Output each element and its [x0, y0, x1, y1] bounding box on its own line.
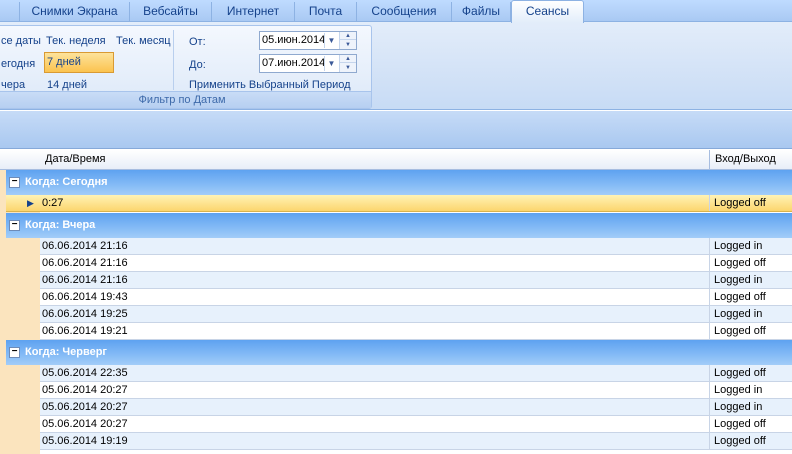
spin-up-icon[interactable]: ▲ — [340, 55, 356, 63]
cell-datetime: 05.06.2014 20:27 — [42, 384, 128, 396]
group-row-yesterday[interactable]: − Когда: Вчера — [6, 213, 792, 238]
tab-internet[interactable]: Интернет — [212, 2, 295, 22]
chevron-down-icon[interactable]: ▼ — [324, 33, 338, 48]
table-row[interactable]: 06.06.2014 21:16 Logged in — [40, 272, 792, 289]
date-spinner[interactable]: ▲ ▼ — [339, 32, 356, 49]
tab-mail[interactable]: Почта — [295, 2, 357, 22]
table-row[interactable]: 06.06.2014 19:25 Logged in — [40, 306, 792, 323]
table-row[interactable]: 06.06.2014 19:43 Logged off — [40, 289, 792, 306]
tab-partial[interactable] — [0, 2, 20, 22]
chevron-down-icon[interactable]: ▼ — [324, 56, 338, 71]
table-row[interactable]: 05.06.2014 19:19 Logged off — [40, 433, 792, 450]
tab-messages[interactable]: Сообщения — [357, 2, 452, 22]
column-header-datetime[interactable]: Дата/Время — [45, 153, 106, 165]
row-pointer-icon: ▶ — [27, 198, 34, 208]
group-caption: Фильтр по Датам — [0, 91, 371, 108]
cell-status: Logged in — [714, 274, 763, 286]
cell-status: Logged in — [714, 308, 763, 320]
table-row[interactable]: 05.06.2014 20:27 Logged in — [40, 399, 792, 416]
group-separator — [173, 30, 174, 90]
ribbon-bottom-strip — [0, 111, 792, 149]
cell-status: Logged off — [714, 257, 766, 269]
collapse-icon[interactable]: − — [9, 220, 20, 231]
seven-days-button[interactable]: 7 дней — [44, 52, 114, 73]
from-label: От: — [189, 36, 206, 48]
ribbon-tab-bar: Снимки Экрана Вебсайты Интернет Почта Со… — [0, 0, 792, 23]
cell-datetime: 05.06.2014 20:27 — [42, 418, 128, 430]
table-row[interactable]: 05.06.2014 20:27 Logged off — [40, 416, 792, 433]
table-row[interactable]: ▶ 0:27 Logged off — [6, 195, 792, 212]
group-row-today[interactable]: − Когда: Сегодня — [6, 170, 792, 195]
cell-status: Logged off — [714, 291, 766, 303]
to-label: До: — [189, 59, 206, 71]
table-row[interactable]: 06.06.2014 21:16 Logged off — [40, 255, 792, 272]
cell-datetime: 06.06.2014 21:16 — [42, 274, 128, 286]
cell-datetime: 06.06.2014 19:43 — [42, 291, 128, 303]
sessions-grid: Дата/Время Вход/Выход − Когда: Сегодня ▶… — [0, 150, 792, 454]
cell-datetime: 06.06.2014 21:16 — [42, 257, 128, 269]
from-date-picker[interactable]: 05.июн.2014 ▼ ▲ ▼ — [259, 31, 357, 50]
cell-status: Logged off — [714, 325, 766, 337]
tab-screenshots[interactable]: Снимки Экрана — [20, 2, 130, 22]
to-date-value: 07.июн.2014 — [262, 57, 326, 69]
cell-status: Logged off — [714, 367, 766, 379]
today-button[interactable]: егодня — [1, 54, 35, 74]
cell-datetime: 06.06.2014 19:25 — [42, 308, 128, 320]
date-spinner[interactable]: ▲ ▼ — [339, 55, 356, 72]
grid-header: Дата/Время Вход/Выход — [0, 150, 792, 170]
column-divider[interactable] — [709, 150, 710, 170]
table-row[interactable]: 06.06.2014 21:16 Logged in — [40, 238, 792, 255]
group-row-thursday[interactable]: − Когда: Черверг — [6, 340, 792, 365]
cell-datetime: 05.06.2014 19:19 — [42, 435, 128, 447]
cell-status: Logged off — [714, 435, 766, 447]
cell-status: Logged in — [714, 401, 763, 413]
tab-sessions[interactable]: Сеансы — [511, 0, 584, 23]
current-month-button[interactable]: Тек. месяц — [116, 31, 171, 51]
group-title: Когда: Черверг — [25, 346, 108, 358]
cell-status: Logged off — [714, 418, 766, 430]
to-date-picker[interactable]: 07.июн.2014 ▼ ▲ ▼ — [259, 54, 357, 73]
ribbon-panel: се даты Тек. неделя Тек. месяц егодня 7 … — [0, 22, 792, 110]
cell-datetime: 06.06.2014 21:16 — [42, 240, 128, 252]
cell-datetime: 05.06.2014 20:27 — [42, 401, 128, 413]
tab-websites[interactable]: Вебсайты — [130, 2, 212, 22]
group-title: Когда: Вчера — [25, 219, 96, 231]
spin-down-icon[interactable]: ▼ — [340, 41, 356, 49]
column-header-status[interactable]: Вход/Выход — [715, 153, 776, 165]
current-week-button[interactable]: Тек. неделя — [46, 31, 106, 51]
collapse-icon[interactable]: − — [9, 347, 20, 358]
all-dates-button[interactable]: се даты — [1, 31, 41, 51]
spin-up-icon[interactable]: ▲ — [340, 32, 356, 40]
cell-status: Logged off — [714, 197, 766, 209]
cell-datetime: 06.06.2014 19:21 — [42, 325, 128, 337]
table-row[interactable]: 05.06.2014 20:27 Logged in — [40, 382, 792, 399]
spin-down-icon[interactable]: ▼ — [340, 64, 356, 72]
collapse-icon[interactable]: − — [9, 177, 20, 188]
cell-status: Logged in — [714, 384, 763, 396]
cell-datetime: 0:27 — [42, 197, 64, 209]
date-filter-group: се даты Тек. неделя Тек. месяц егодня 7 … — [0, 25, 372, 109]
cell-datetime: 05.06.2014 22:35 — [42, 367, 128, 379]
cell-status: Logged in — [714, 240, 763, 252]
from-date-value: 05.июн.2014 — [262, 34, 326, 46]
table-row[interactable]: 05.06.2014 22:35 Logged off — [40, 365, 792, 382]
tab-files[interactable]: Файлы — [452, 2, 511, 22]
table-row[interactable]: 06.06.2014 19:21 Logged off — [40, 323, 792, 340]
group-title: Когда: Сегодня — [25, 176, 108, 188]
